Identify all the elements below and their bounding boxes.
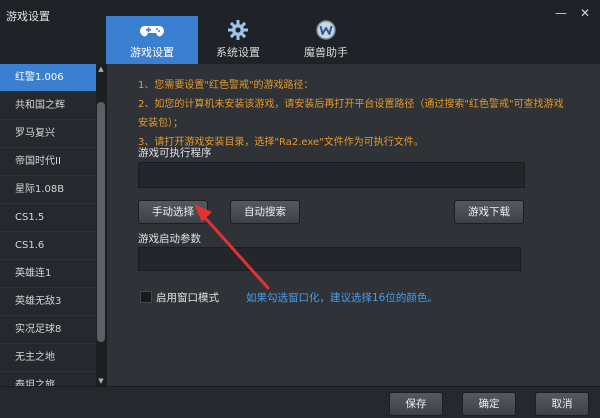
red-arrow-annotation bbox=[194, 204, 270, 290]
save-button[interactable]: 保存 bbox=[389, 392, 443, 416]
dialog-footer: 保存 确定 取消 bbox=[0, 386, 600, 418]
game-settings-window: 游戏设置 — ✕ 游戏设置 系统设置 魔兽助手 红警1.006 共和国之辉 罗马… bbox=[0, 0, 600, 418]
ok-button[interactable]: 确定 bbox=[462, 392, 516, 416]
cancel-button[interactable]: 取消 bbox=[535, 392, 589, 416]
